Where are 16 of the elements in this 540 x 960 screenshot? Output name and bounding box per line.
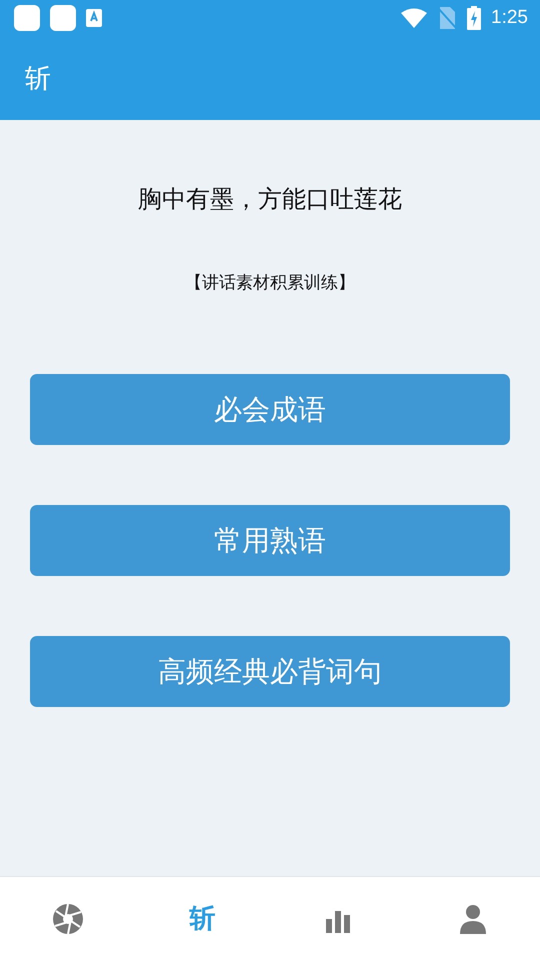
headline: 胸中有墨，方能口吐莲花: [138, 184, 402, 215]
nav-tab[interactable]: 斩: [186, 899, 220, 938]
category-button[interactable]: 必会成语: [30, 374, 510, 445]
keyboard-icon: [86, 9, 102, 27]
subtitle: 【讲话素材积累训练】: [185, 272, 355, 294]
battery-icon: [467, 6, 482, 30]
app-notification-icon: [50, 5, 76, 31]
person-icon[interactable]: [458, 904, 486, 934]
wifi-icon: [401, 8, 428, 28]
app-notification-icon: [14, 5, 40, 31]
no-sim-icon: [437, 7, 458, 29]
clock: 1:25: [491, 7, 528, 29]
category-button[interactable]: 高频经典必背词句: [30, 636, 510, 707]
aperture-icon[interactable]: [52, 902, 84, 934]
category-button[interactable]: 常用熟语: [30, 505, 510, 576]
app-title: 斩: [25, 62, 51, 96]
